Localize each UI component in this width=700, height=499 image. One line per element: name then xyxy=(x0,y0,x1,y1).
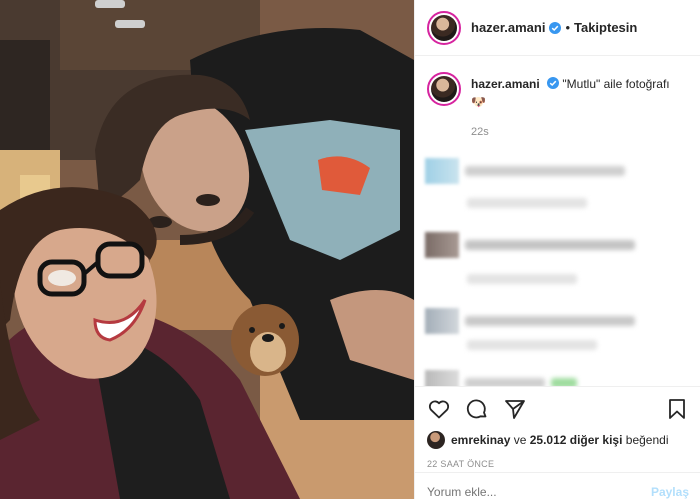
caption-timestamp[interactable]: 22s xyxy=(471,124,670,140)
post-comment-button[interactable]: Paylaş xyxy=(651,473,689,499)
comment-text-blurred xyxy=(465,240,635,250)
post-timestamp[interactable]: 22 SAAT ÖNCE xyxy=(427,459,689,469)
comment-text-blurred xyxy=(465,316,635,326)
heart-icon[interactable] xyxy=(427,397,451,421)
add-comment-bar: Paylaş xyxy=(415,472,700,499)
liker-username[interactable]: emrekinay xyxy=(451,433,510,447)
comment-meta-blurred xyxy=(467,274,577,284)
list-item xyxy=(467,198,587,208)
couple-selfie-image xyxy=(0,0,414,499)
post-photo[interactable] xyxy=(0,0,414,499)
comment-avatar xyxy=(425,232,459,258)
comment-meta-blurred xyxy=(467,340,597,350)
likes-suffix: beğendi xyxy=(622,433,669,447)
list-item xyxy=(425,158,625,184)
comment-input[interactable] xyxy=(427,473,627,499)
list-item xyxy=(425,308,635,334)
caption-avatar[interactable] xyxy=(427,72,461,106)
verified-badge-icon xyxy=(547,77,560,89)
verified-badge-icon xyxy=(549,21,562,34)
caption-text: "Mutlu" aile fotoğrafı xyxy=(562,77,670,91)
list-item xyxy=(425,370,577,386)
list-item xyxy=(425,232,635,258)
author-avatar[interactable] xyxy=(427,10,461,45)
follow-status-button[interactable]: Takiptesin xyxy=(574,20,637,35)
post-side-panel: hazer.amani • Takiptesin hazer.amani "Mu… xyxy=(414,0,700,499)
likes-count[interactable]: 25.012 diğer kişi xyxy=(530,433,623,447)
bookmark-icon[interactable] xyxy=(665,397,689,421)
list-item xyxy=(467,340,597,350)
comment-icon[interactable] xyxy=(465,397,489,421)
separator-dot: • xyxy=(565,20,570,35)
caption-username[interactable]: hazer.amani xyxy=(471,77,540,91)
comment-avatar xyxy=(425,158,459,184)
comment-meta-blurred xyxy=(467,198,587,208)
caption-emoji: 🐶 xyxy=(471,95,486,109)
likes-joiner: ve xyxy=(510,433,530,447)
list-item xyxy=(467,274,577,284)
likes-summary: emrekinay ve 25.012 diğer kişi beğendi xyxy=(427,431,689,449)
comment-emoji-blurred xyxy=(551,378,577,386)
comment-avatar xyxy=(425,370,459,386)
comment-text-blurred xyxy=(465,378,545,386)
comment-text-blurred xyxy=(465,166,625,176)
post-caption: hazer.amani "Mutlu" aile fotoğrafı 🐶 22s xyxy=(415,56,700,140)
author-username[interactable]: hazer.amani xyxy=(471,20,545,35)
comments-list xyxy=(415,150,700,386)
post-actions: emrekinay ve 25.012 diğer kişi beğendi 2… xyxy=(415,386,700,469)
share-icon[interactable] xyxy=(503,397,527,421)
liker-avatar[interactable] xyxy=(427,431,445,449)
post-header: hazer.amani • Takiptesin xyxy=(415,0,700,56)
comment-avatar xyxy=(425,308,459,334)
